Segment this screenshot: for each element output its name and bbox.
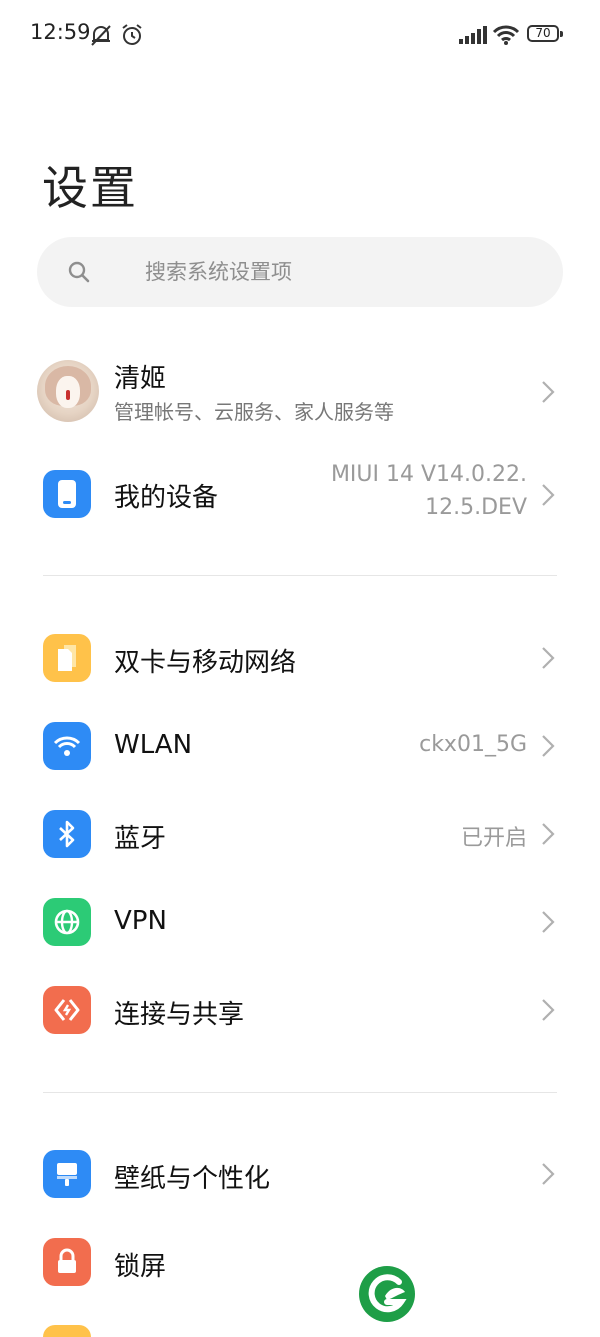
- next-row-icon-partial: [43, 1325, 91, 1337]
- row-value: ckx01_5G: [419, 732, 527, 757]
- device-version-line1: MIUI 14 V14.0.22.: [330, 462, 527, 487]
- row-label: VPN: [114, 906, 167, 936]
- row-label: 双卡与移动网络: [114, 648, 297, 678]
- account-name: 清姬: [114, 364, 167, 394]
- status-bar: 12:59 70: [0, 0, 600, 70]
- chevron-right-icon: [540, 909, 556, 939]
- battery-icon: 70: [527, 25, 563, 42]
- mute-bell-icon: [88, 22, 114, 52]
- phone-icon: [43, 470, 91, 518]
- search-placeholder: 搜索系统设置项: [145, 260, 292, 284]
- page-title: 设置: [42, 161, 138, 215]
- row-wlan[interactable]: WLAN ckx01_5G: [0, 720, 600, 772]
- device-version-line2: 12.5.DEV: [425, 495, 527, 520]
- watermark-logo-icon: [357, 1264, 417, 1328]
- wallpaper-icon: [43, 1150, 91, 1198]
- chevron-right-icon: [540, 733, 556, 763]
- section-divider: [43, 575, 557, 576]
- globe-icon: [43, 898, 91, 946]
- lock-icon: [43, 1238, 91, 1286]
- chevron-right-icon: [540, 997, 556, 1027]
- row-dual-sim[interactable]: 双卡与移动网络: [0, 632, 600, 684]
- row-vpn[interactable]: VPN: [0, 896, 600, 948]
- row-label: 锁屏: [114, 1252, 167, 1282]
- bluetooth-icon: [43, 810, 91, 858]
- chevron-right-icon: [540, 482, 556, 512]
- my-device-label: 我的设备: [114, 483, 219, 513]
- share-icon: [43, 986, 91, 1034]
- wifi-icon: [492, 24, 520, 50]
- row-connection-sharing[interactable]: 连接与共享: [0, 984, 600, 1036]
- row-bluetooth[interactable]: 蓝牙 已开启: [0, 808, 600, 860]
- sim-card-icon: [43, 634, 91, 682]
- section-divider: [43, 1092, 557, 1093]
- status-time: 12:59: [30, 20, 91, 44]
- account-row[interactable]: 清姬 管理帐号、云服务、家人服务等: [0, 352, 600, 432]
- row-label: 蓝牙: [114, 824, 167, 854]
- row-lock-screen[interactable]: 锁屏: [0, 1236, 600, 1288]
- avatar: [37, 360, 99, 422]
- chevron-right-icon: [540, 821, 556, 851]
- account-subtitle: 管理帐号、云服务、家人服务等: [114, 400, 394, 424]
- row-wallpaper[interactable]: 壁纸与个性化: [0, 1148, 600, 1200]
- search-bar[interactable]: 搜索系统设置项: [37, 237, 563, 307]
- row-label: WLAN: [114, 730, 193, 760]
- row-label: 连接与共享: [114, 1000, 245, 1030]
- signal-icon: [459, 26, 487, 48]
- chevron-right-icon: [540, 1161, 556, 1191]
- row-label: 壁纸与个性化: [114, 1164, 271, 1194]
- row-value: 已开启: [460, 826, 527, 851]
- wifi-icon: [43, 722, 91, 770]
- chevron-right-icon: [540, 379, 556, 409]
- alarm-icon: [119, 22, 145, 52]
- chevron-right-icon: [540, 645, 556, 675]
- my-device-row[interactable]: 我的设备 MIUI 14 V14.0.22. 12.5.DEV: [0, 460, 600, 530]
- search-icon: [67, 260, 91, 288]
